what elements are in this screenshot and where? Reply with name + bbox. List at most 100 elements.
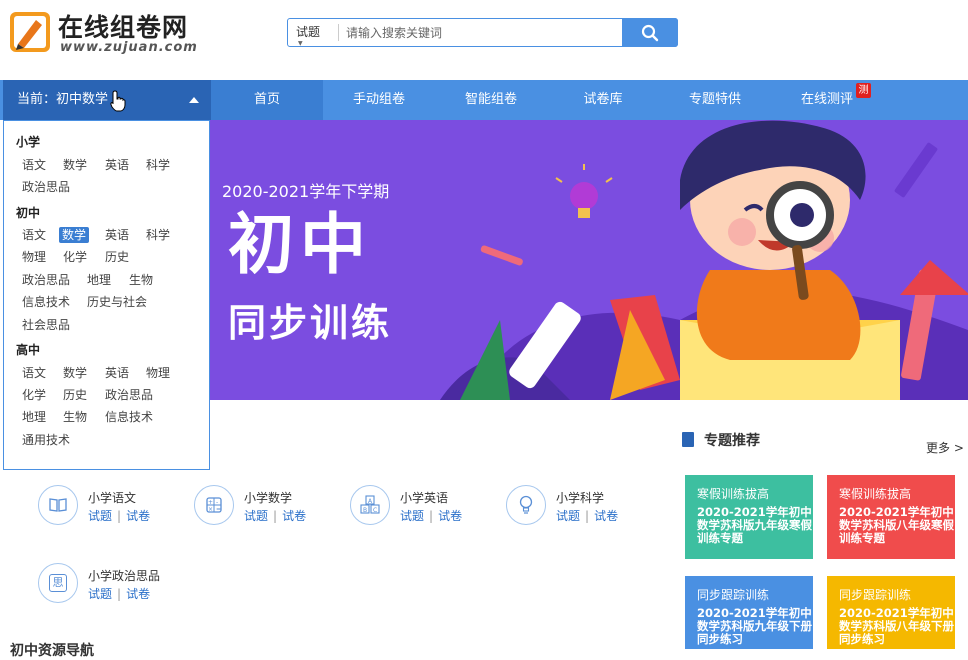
questions-link[interactable]: 试题 (556, 509, 580, 523)
subject-card-name[interactable]: 小学政治思品 (88, 567, 160, 584)
banner-subtitle: 2020-2021学年下学期 (222, 182, 390, 201)
subject-link[interactable]: 物理 (146, 365, 170, 381)
subject-link[interactable]: 政治思品 (22, 272, 70, 288)
book-icon (682, 432, 694, 447)
chevron-down-icon: ▼ (298, 40, 303, 47)
search-divider (338, 24, 339, 41)
topic-tile-category: 寒假训练拔高 (697, 487, 770, 501)
subject-link[interactable]: 语文 (22, 157, 46, 173)
topic-tile[interactable]: 寒假训练拔高 2020-2021学年初中数学苏科版八年级寒假训练专题 (827, 475, 955, 559)
papers-link[interactable]: 试卷 (438, 509, 462, 523)
subject-link[interactable]: 历史 (105, 249, 129, 265)
topic-tile[interactable]: 寒假训练拔高 2020-2021学年初中数学苏科版九年级寒假训练专题 (685, 475, 813, 559)
svg-text:-: - (216, 499, 218, 506)
search-button[interactable] (622, 18, 678, 47)
subject-link[interactable]: 政治思品 (105, 387, 153, 403)
search-input[interactable] (346, 23, 616, 43)
svg-text:+: + (208, 499, 213, 506)
subject-card-name[interactable]: 小学科学 (556, 489, 604, 506)
subject-link[interactable]: 英语 (105, 157, 129, 173)
svg-text:C: C (373, 507, 377, 514)
subject-link[interactable]: 社会思品 (22, 317, 70, 333)
subject-link[interactable]: 物理 (22, 249, 46, 265)
subject-link[interactable]: 科学 (146, 227, 170, 243)
nav-home-label: 首页 (253, 92, 280, 107)
more-link[interactable]: 更多 > (926, 439, 964, 456)
subject-link[interactable]: 信息技术 (105, 409, 153, 425)
subject-link-selected[interactable]: 数学 (59, 227, 90, 243)
subject-card-links: 试题 | 试卷 (556, 507, 618, 524)
subject-link[interactable]: 生物 (129, 272, 153, 288)
subject-link[interactable]: 政治思品 (22, 179, 70, 195)
topic-tile-title: 2020-2021学年初中数学苏科版八年级下册同步练习 (839, 606, 954, 646)
papers-link[interactable]: 试卷 (126, 587, 150, 601)
subject-link[interactable]: 地理 (87, 272, 111, 288)
subject-link[interactable]: 化学 (22, 387, 46, 403)
search-bar: 试题 ▼ (287, 18, 678, 47)
topic-tile[interactable]: 同步跟踪训练 2020-2021学年初中数学苏科版八年级下册同步练习 (827, 576, 955, 649)
questions-link[interactable]: 试题 (88, 509, 112, 523)
calculator-icon: + - × = (194, 485, 234, 525)
subject-link[interactable]: 语文 (22, 365, 46, 381)
topic-tile[interactable]: 同步跟踪训练 2020-2021学年初中数学苏科版九年级下册同步练习 (685, 576, 813, 649)
main-nav: 当前：初中数学 首页 手动组卷 智能组卷 试卷库 专题特供 在线测评 测 (0, 80, 968, 120)
nav-special-topics-label: 专题特供 (688, 92, 741, 107)
link-separator: | (429, 509, 434, 523)
topic-tile-title: 2020-2021学年初中数学苏科版九年级下册同步练习 (697, 606, 812, 646)
search-type-label: 试题 (296, 25, 321, 39)
hero-banner[interactable]: 2020-2021学年下学期 初中 同步训练 (210, 120, 968, 400)
subject-card-name[interactable]: 小学英语 (400, 489, 448, 506)
search-type-select[interactable]: 试题 ▼ (288, 19, 338, 47)
nav-home[interactable]: 首页 (211, 80, 323, 120)
carousel-dots (410, 391, 560, 400)
subject-link[interactable]: 历史 (63, 387, 87, 403)
subject-link[interactable]: 历史与社会 (87, 294, 147, 310)
subject-card-links: 试题 | 试卷 (244, 507, 306, 524)
topic-tile-title: 2020-2021学年初中数学苏科版九年级寒假训练专题 (697, 505, 812, 545)
subject-link[interactable]: 地理 (22, 409, 46, 425)
topic-tile-category: 同步跟踪训练 (697, 588, 770, 602)
questions-link[interactable]: 试题 (244, 509, 268, 523)
hand-cursor-icon (110, 90, 126, 112)
nav-paper-library-label: 试卷库 (583, 92, 623, 107)
subject-card: 思 小学政治思品 试题 | 试卷 (38, 563, 178, 603)
questions-link[interactable]: 试题 (400, 509, 424, 523)
subject-card-name[interactable]: 小学语文 (88, 489, 136, 506)
subject-link[interactable]: 信息技术 (22, 294, 70, 310)
new-badge: 测 (856, 83, 871, 98)
papers-link[interactable]: 试卷 (282, 509, 306, 523)
nav-special-topics[interactable]: 专题特供 (659, 80, 771, 120)
link-separator: | (585, 509, 590, 523)
subject-card-name[interactable]: 小学数学 (244, 489, 292, 506)
nav-paper-library[interactable]: 试卷库 (547, 80, 659, 120)
subject-link[interactable]: 语文 (22, 227, 46, 243)
nav-smart-compose[interactable]: 智能组卷 (435, 80, 547, 120)
nav-manual-compose[interactable]: 手动组卷 (323, 80, 435, 120)
site-logo[interactable]: 在线组卷网 www.zujuan.com (8, 8, 198, 55)
questions-link[interactable]: 试题 (88, 587, 112, 601)
papers-link[interactable]: 试卷 (126, 509, 150, 523)
subject-link[interactable]: 通用技术 (22, 432, 70, 448)
subject-link[interactable]: 英语 (105, 365, 129, 381)
papers-link[interactable]: 试卷 (594, 509, 618, 523)
subject-card: 小学语文 试题 | 试卷 (38, 485, 178, 525)
subject-link[interactable]: 科学 (146, 157, 170, 173)
subject-card: 小学科学 试题 | 试卷 (506, 485, 646, 525)
link-separator: | (273, 509, 278, 523)
current-subject-selector[interactable]: 当前：初中数学 (3, 80, 211, 120)
think-icon-glyph: 思 (49, 574, 67, 592)
subject-link[interactable]: 化学 (63, 249, 87, 265)
subject-card-links: 试题 | 试卷 (88, 507, 150, 524)
logo-mark-icon (10, 12, 50, 52)
subject-link[interactable]: 数学 (63, 365, 87, 381)
subject-card-links: 试题 | 试卷 (400, 507, 462, 524)
subject-card-links: 试题 | 试卷 (88, 585, 150, 602)
abc-blocks-icon: ABC (350, 485, 390, 525)
nav-smart-compose-label: 智能组卷 (464, 92, 517, 107)
subject-card: + - × = 小学数学 试题 | 试卷 (194, 485, 334, 525)
subject-link[interactable]: 数学 (63, 157, 87, 173)
nav-manual-compose-label: 手动组卷 (352, 92, 405, 107)
subject-link[interactable]: 英语 (105, 227, 129, 243)
subject-link[interactable]: 生物 (63, 409, 87, 425)
banner-title-line1: 初中 (228, 206, 372, 283)
